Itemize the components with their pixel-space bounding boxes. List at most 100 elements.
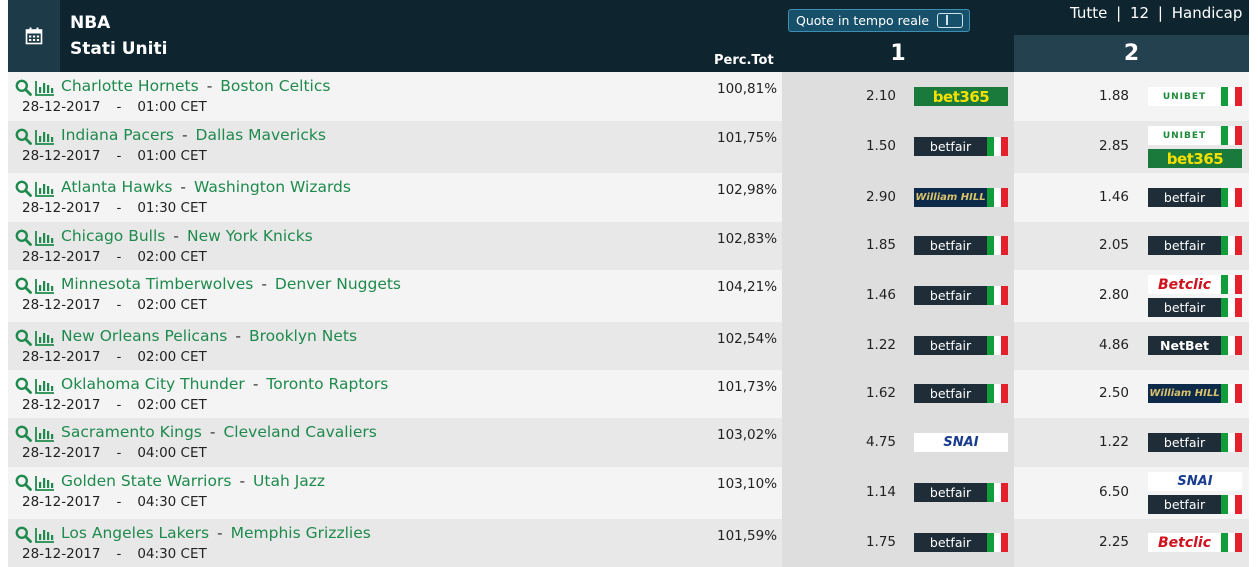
bookmaker-logo-betfair[interactable]: betfair xyxy=(914,286,1008,305)
filter-12[interactable]: 12 xyxy=(1130,4,1149,22)
bookmaker-logo-unibet[interactable]: UNIBET xyxy=(1148,126,1242,145)
odds-value-1[interactable]: 1.46 xyxy=(846,287,896,303)
away-team-link[interactable]: New York Knicks xyxy=(187,227,313,245)
odds-value-2[interactable]: 4.86 xyxy=(1078,337,1129,353)
bar-chart-icon[interactable] xyxy=(35,80,55,100)
calendar-button[interactable] xyxy=(8,0,60,72)
bookmaker-logo-betfair[interactable]: betfair xyxy=(1148,188,1242,207)
away-team-link[interactable]: Memphis Grizzlies xyxy=(231,524,371,542)
bookmaker-logo-unibet[interactable]: UNIBET xyxy=(1148,87,1242,106)
bookmaker-logo-betfair[interactable]: betfair xyxy=(914,137,1008,156)
bar-chart-icon[interactable] xyxy=(35,181,55,201)
date-separator: - xyxy=(116,494,122,510)
odds-value-2[interactable]: 6.50 xyxy=(1078,484,1129,500)
search-icon[interactable] xyxy=(15,474,32,495)
live-odds-label: Quote in tempo reale xyxy=(796,13,930,28)
odds-value-2[interactable]: 2.05 xyxy=(1078,237,1129,253)
bookmaker-logo-bet365[interactable]: bet365 xyxy=(1148,149,1242,168)
match-time: 02:00 CET xyxy=(137,297,207,313)
search-icon[interactable] xyxy=(15,277,32,298)
bar-chart-icon[interactable] xyxy=(35,426,55,446)
odds-value-1[interactable]: 1.14 xyxy=(846,484,896,500)
away-team-link[interactable]: Washington Wizards xyxy=(194,178,351,196)
home-team-link[interactable]: Atlanta Hawks xyxy=(61,178,172,196)
search-icon[interactable] xyxy=(15,229,32,250)
bookmaker-logo-betclic[interactable]: Betclic xyxy=(1148,275,1242,294)
home-team-link[interactable]: New Orleans Pelicans xyxy=(61,327,227,345)
search-icon[interactable] xyxy=(15,425,32,446)
odds-value-1[interactable]: 4.75 xyxy=(846,434,896,450)
match-time: 04:30 CET xyxy=(137,546,207,562)
odds-value-2[interactable]: 1.88 xyxy=(1078,88,1129,104)
bookmaker-logo-betfair[interactable]: betfair xyxy=(914,236,1008,255)
bookmaker-logo-netbet[interactable]: NetBet xyxy=(1148,336,1242,355)
search-icon[interactable] xyxy=(15,79,32,100)
bookmaker-logo-betfair[interactable]: betfair xyxy=(1148,433,1242,452)
bar-chart-icon[interactable] xyxy=(35,330,55,350)
search-icon[interactable] xyxy=(15,180,32,201)
home-team-link[interactable]: Sacramento Kings xyxy=(61,423,202,441)
bookmaker-logo-betclic[interactable]: Betclic xyxy=(1148,533,1242,552)
odds-value-1[interactable]: 1.62 xyxy=(846,385,896,401)
bookmaker-logo-betfair[interactable]: betfair xyxy=(914,336,1008,355)
home-team-link[interactable]: Golden State Warriors xyxy=(61,472,231,490)
bookmaker-logo-snai[interactable]: SNAI xyxy=(1148,472,1242,491)
away-team-link[interactable]: Toronto Raptors xyxy=(266,375,388,393)
search-icon[interactable] xyxy=(15,329,32,350)
bar-chart-icon[interactable] xyxy=(35,230,55,250)
match-teams: Minnesota Timberwolves - Denver Nuggets xyxy=(61,275,401,293)
bookmaker-logo-betfair[interactable]: betfair xyxy=(914,384,1008,403)
team-separator: - xyxy=(181,126,188,144)
away-team-link[interactable]: Denver Nuggets xyxy=(275,275,401,293)
bookmaker-logo-betfair[interactable]: betfair xyxy=(1148,298,1242,317)
bar-chart-icon[interactable] xyxy=(35,475,55,495)
odds-value-1[interactable]: 2.10 xyxy=(846,88,896,104)
odds-value-2[interactable]: 2.80 xyxy=(1078,287,1129,303)
date-separator: - xyxy=(116,397,122,413)
bar-chart-icon[interactable] xyxy=(35,378,55,398)
home-team-link[interactable]: Minnesota Timberwolves xyxy=(61,275,253,293)
odds-value-2[interactable]: 1.22 xyxy=(1078,434,1129,450)
bookmaker-logo-williamhill[interactable]: William HILL xyxy=(914,188,1008,207)
away-team-link[interactable]: Dallas Mavericks xyxy=(196,126,326,144)
bookmaker-logo-betfair[interactable]: betfair xyxy=(1148,495,1242,514)
away-team-link[interactable]: Cleveland Cavaliers xyxy=(223,423,376,441)
odds-value-2[interactable]: 2.25 xyxy=(1078,534,1129,550)
away-team-link[interactable]: Brooklyn Nets xyxy=(249,327,357,345)
home-team-link[interactable]: Charlotte Hornets xyxy=(61,77,199,95)
bookmaker-logo-williamhill[interactable]: William HILL xyxy=(1148,384,1242,403)
away-team-link[interactable]: Boston Celtics xyxy=(220,77,330,95)
home-team-link[interactable]: Indiana Pacers xyxy=(61,126,174,144)
filter-handicap[interactable]: Handicap xyxy=(1172,4,1243,22)
odds-value-1[interactable]: 2.90 xyxy=(846,189,896,205)
bar-chart-icon[interactable] xyxy=(35,129,55,149)
odds-value-2[interactable]: 2.50 xyxy=(1078,385,1129,401)
odds-value-1[interactable]: 1.22 xyxy=(846,337,896,353)
bookmaker-logo-bet365[interactable]: bet365 xyxy=(914,87,1008,106)
home-team-link[interactable]: Oklahoma City Thunder xyxy=(61,375,245,393)
bookmaker-logo-snai[interactable]: SNAI xyxy=(914,433,1008,452)
home-team-link[interactable]: Los Angeles Lakers xyxy=(61,524,209,542)
odds-value-1[interactable]: 1.85 xyxy=(846,237,896,253)
match-row: Minnesota Timberwolves - Denver Nuggets 28-… xyxy=(8,270,1249,322)
bar-chart-icon[interactable] xyxy=(35,527,55,547)
bar-chart-icon[interactable] xyxy=(35,278,55,298)
odds-value-2[interactable]: 1.46 xyxy=(1078,189,1129,205)
team-separator: - xyxy=(252,375,259,393)
live-odds-toggle-button[interactable]: Quote in tempo reale xyxy=(788,9,970,32)
odds-value-1[interactable]: 1.50 xyxy=(846,138,896,154)
bookmaker-logo-betfair[interactable]: betfair xyxy=(914,483,1008,502)
search-icon[interactable] xyxy=(15,128,32,149)
odds-value-1[interactable]: 1.75 xyxy=(846,534,896,550)
search-icon[interactable] xyxy=(15,526,32,547)
filter-all[interactable]: Tutte xyxy=(1070,4,1107,22)
bookmaker-logo-betfair[interactable]: betfair xyxy=(914,533,1008,552)
payout-percentage: 100,81% xyxy=(717,81,778,97)
home-team-link[interactable]: Chicago Bulls xyxy=(61,227,165,245)
betfair-logo: betfair xyxy=(914,286,987,305)
search-icon[interactable] xyxy=(15,377,32,398)
bookmaker-logo-betfair[interactable]: betfair xyxy=(1148,236,1242,255)
betfair-logo: betfair xyxy=(914,384,987,403)
odds-value-2[interactable]: 2.85 xyxy=(1078,138,1129,154)
away-team-link[interactable]: Utah Jazz xyxy=(253,472,325,490)
